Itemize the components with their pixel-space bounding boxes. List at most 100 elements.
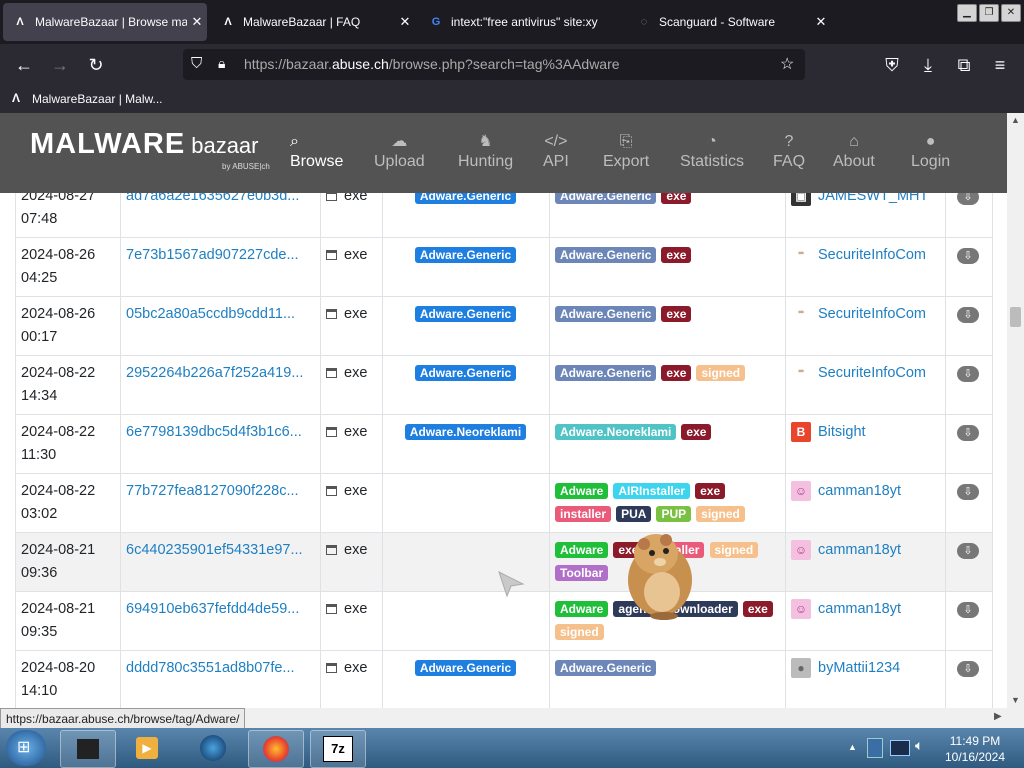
downloads-icon[interactable]: ⤓ xyxy=(916,53,940,77)
signature-badge[interactable]: Adware.Generic xyxy=(414,660,517,677)
malwarebazaar-logo[interactable]: MALWARE bazaar by ABUSE|ch xyxy=(30,128,270,171)
sha256-link[interactable]: 6e7798139dbc5d4f3b1c6... xyxy=(126,424,302,440)
tab-google-search[interactable]: G intext:"free antivirus" site:xy xyxy=(419,3,623,41)
sha256-link[interactable]: 05bc2a80a5ccdb9cdd11... xyxy=(126,306,295,322)
bookmark-star-icon[interactable]: ☆ xyxy=(780,54,794,74)
tag-badge[interactable]: exe xyxy=(661,365,692,382)
tag-badge[interactable]: Toolbar xyxy=(555,565,609,582)
sha256-link[interactable]: ad7a6a2e1635627e0b3d... xyxy=(126,193,299,204)
cloud-download-icon[interactable]: ⇩ xyxy=(957,661,979,677)
scroll-right-arrow-icon[interactable]: ▶ xyxy=(994,711,1002,722)
reporter-link[interactable]: SecuriteInfoCom xyxy=(818,306,926,322)
lock-icon[interactable]: 🔒︎ xyxy=(218,55,225,72)
signature-badge[interactable]: Adware.Generic xyxy=(414,306,517,323)
tag-badge[interactable]: exe xyxy=(661,193,692,205)
scroll-down-arrow-icon[interactable]: ▼ xyxy=(1011,695,1020,705)
shield-icon[interactable]: ⛉ xyxy=(191,55,202,72)
sha256-link[interactable]: 6c440235901ef54331e97... xyxy=(126,542,303,558)
cloud-download-icon[interactable]: ⇩ xyxy=(957,366,979,382)
signature-badge[interactable]: Adware.Neoreklami xyxy=(404,424,527,441)
start-button[interactable]: ⊞ xyxy=(6,730,46,766)
cloud-download-icon[interactable]: ⇩ xyxy=(957,307,979,323)
tag-badge[interactable]: Adware xyxy=(555,601,609,618)
close-tab-icon[interactable]: ✕ xyxy=(395,14,415,30)
tag-badge[interactable]: AIRInstaller xyxy=(613,483,691,500)
tag-badge[interactable]: Adware.Neoreklami xyxy=(555,424,677,441)
reporter-link[interactable]: camman18yt xyxy=(818,601,901,617)
network-icon[interactable] xyxy=(890,740,910,756)
close-tab-icon[interactable]: ✕ xyxy=(811,14,831,30)
cloud-download-icon[interactable]: ⇩ xyxy=(957,193,979,205)
taskbar-clock[interactable]: 11:49 PM 10/16/2024 xyxy=(935,733,1015,765)
cloud-download-icon[interactable]: ⇩ xyxy=(957,602,979,618)
menu-about[interactable]: ⌂ About xyxy=(833,131,875,171)
menu-upload[interactable]: ☁ Upload xyxy=(374,131,425,171)
cloud-download-icon[interactable]: ⇩ xyxy=(957,484,979,500)
menu-statistics[interactable]: ◔ Statistics xyxy=(680,131,744,171)
sha256-link[interactable]: 77b727fea8127090f228c... xyxy=(126,483,299,499)
reload-icon[interactable]: ↻ xyxy=(84,53,108,77)
signature-badge[interactable]: Adware.Generic xyxy=(414,365,517,382)
cloud-download-icon[interactable]: ⇩ xyxy=(957,248,979,264)
tag-badge[interactable]: Adware.Generic xyxy=(555,660,657,677)
tag-badge[interactable]: installer xyxy=(555,506,612,523)
scrollbar-thumb[interactable] xyxy=(1010,307,1021,327)
url-text[interactable]: https://bazaar.abuse.ch/browse.php?searc… xyxy=(244,56,620,72)
tag-badge[interactable]: exe xyxy=(742,601,773,618)
tag-badge[interactable]: signed xyxy=(709,542,759,559)
taskbar-firefox[interactable] xyxy=(248,730,304,768)
extensions-icon[interactable]: ⧉ xyxy=(952,53,976,77)
pocket-icon[interactable]: ⛨ xyxy=(880,53,904,77)
tag-badge[interactable]: signed xyxy=(555,624,604,641)
reporter-link[interactable]: Bitsight xyxy=(818,424,866,440)
reporter-link[interactable]: byMattii1234 xyxy=(818,660,900,676)
tab-malwarebazaar-faq[interactable]: Λ MalwareBazaar | FAQ ✕ xyxy=(211,3,415,41)
close-tab-icon[interactable]: ✕ xyxy=(187,14,207,30)
tab-malwarebazaar-browse[interactable]: Λ MalwareBazaar | Browse ma ✕ xyxy=(3,3,207,41)
back-arrow-icon[interactable]: ← xyxy=(12,53,36,77)
cloud-download-icon[interactable]: ⇩ xyxy=(957,543,979,559)
minimize-window-button[interactable]: ▁ xyxy=(957,4,977,22)
taskbar-media-player[interactable]: ▶ xyxy=(120,730,174,766)
sha256-link[interactable]: dddd780c3551ad8b07fe... xyxy=(126,660,295,676)
menu-browse[interactable]: ⌕ Browse xyxy=(290,131,343,171)
scroll-up-arrow-icon[interactable]: ▲ xyxy=(1011,115,1020,125)
menu-login[interactable]: ● Login xyxy=(911,131,950,171)
tray-app-icon[interactable] xyxy=(867,738,883,758)
menu-faq[interactable]: ? FAQ xyxy=(773,131,805,171)
reporter-link[interactable]: SecuriteInfoCom xyxy=(818,247,926,263)
sha256-link[interactable]: 7e73b1567ad907227cde... xyxy=(126,247,299,263)
tab-scanguard[interactable]: ◌ Scanguard - Software ✕ xyxy=(627,3,831,41)
tag-badge[interactable]: Adware.Generic xyxy=(555,306,657,323)
forward-arrow-icon[interactable]: → xyxy=(48,53,72,77)
restore-window-button[interactable]: ❐ xyxy=(979,4,999,22)
volume-icon[interactable]: 🔈︎ xyxy=(915,737,923,754)
tag-badge[interactable]: exe xyxy=(661,306,692,323)
taskbar-7zip[interactable]: 7z xyxy=(310,730,366,768)
tag-badge[interactable]: signed xyxy=(696,506,745,523)
tag-badge[interactable]: exe xyxy=(681,424,712,441)
tag-badge[interactable]: Adware.Generic xyxy=(555,365,657,382)
menu-export[interactable]: ⎘ Export xyxy=(603,131,649,171)
cloud-download-icon[interactable]: ⇩ xyxy=(957,425,979,441)
bookmark-malwarebazaar[interactable]: MalwareBazaar | Malw... xyxy=(32,92,163,106)
sha256-link[interactable]: 694910eb637fefdd4de59... xyxy=(126,601,299,617)
menu-api[interactable]: </> API xyxy=(543,131,569,171)
menu-hunting[interactable]: ♞ Hunting xyxy=(458,131,513,171)
sha256-link[interactable]: 2952264b226a7f252a419... xyxy=(126,365,303,381)
tag-badge[interactable]: Adware.Generic xyxy=(555,193,657,205)
close-window-button[interactable]: ✕ xyxy=(1001,4,1021,22)
reporter-link[interactable]: SecuriteInfoCom xyxy=(818,365,926,381)
show-hidden-icons-arrow-icon[interactable]: ▲ xyxy=(848,742,857,752)
tag-badge[interactable]: exe xyxy=(695,483,726,500)
reporter-link[interactable]: camman18yt xyxy=(818,483,901,499)
menu-hamburger-icon[interactable]: ≡ xyxy=(988,53,1012,77)
signature-badge[interactable]: Adware.Generic xyxy=(414,193,517,205)
tag-badge[interactable]: signed xyxy=(696,365,746,382)
tag-badge[interactable]: Adware xyxy=(555,483,609,500)
signature-badge[interactable]: Adware.Generic xyxy=(414,247,517,264)
vertical-scrollbar[interactable]: ▲ ▼ xyxy=(1007,113,1024,708)
address-bar[interactable]: ⛉ 🔒︎ https://bazaar.abuse.ch/browse.php?… xyxy=(183,49,805,80)
reporter-link[interactable]: JAMESWT_MHT xyxy=(818,193,928,204)
taskbar-browser-globe[interactable] xyxy=(186,730,240,766)
